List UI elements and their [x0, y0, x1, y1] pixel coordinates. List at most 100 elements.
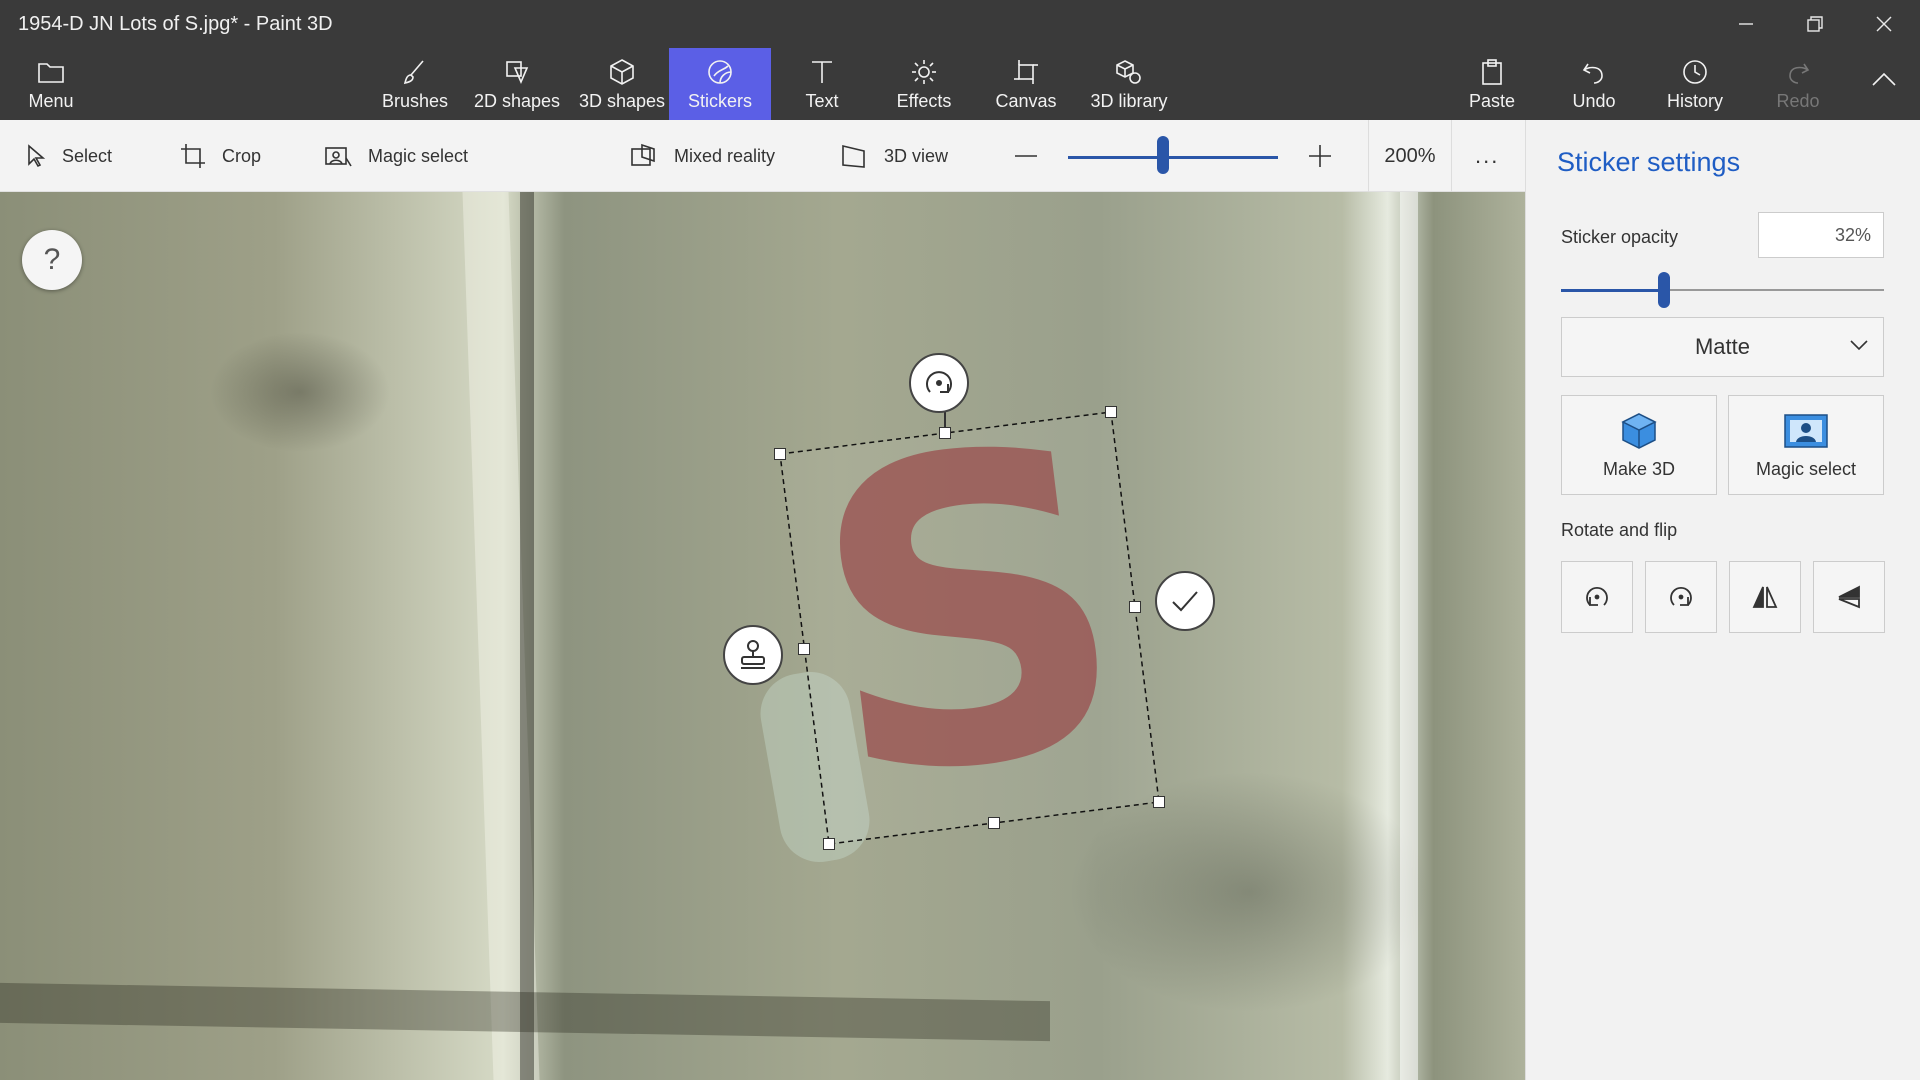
rotate-right-icon — [1670, 586, 1692, 606]
crop-tool[interactable]: Crop — [180, 120, 261, 192]
mixed-reality-label: Mixed reality — [674, 145, 776, 166]
commit-sticker-button[interactable] — [1155, 571, 1215, 631]
magic-select-tool[interactable]: Magic select — [324, 120, 468, 192]
tab-label: Text — [805, 91, 839, 111]
effects-icon — [909, 57, 939, 87]
redo-icon — [1783, 57, 1813, 87]
minimize-button[interactable] — [1718, 0, 1774, 48]
restore-icon — [1807, 16, 1823, 32]
brush-icon — [400, 57, 430, 87]
crop-label: Crop — [222, 145, 262, 166]
history-button[interactable]: History — [1655, 48, 1735, 120]
tab-effects[interactable]: Effects — [883, 48, 965, 120]
close-icon — [1876, 16, 1892, 32]
divider — [1368, 120, 1369, 192]
crop-icon — [181, 144, 205, 168]
3d-view-icon — [842, 144, 865, 168]
opacity-slider-thumb[interactable] — [1658, 272, 1671, 308]
flip-vertical-button[interactable] — [1813, 561, 1885, 633]
tab-stickers[interactable]: Stickers — [669, 48, 771, 120]
title-and-ribbon-bar: 1954-D JN Lots of S.jpg* - Paint 3D Menu… — [0, 0, 1920, 120]
chevron-down-icon — [1850, 340, 1868, 351]
magic-select-icon — [1784, 413, 1828, 448]
mixed-reality-button[interactable]: Mixed reality — [630, 120, 775, 192]
sticker-opacity-label: Sticker opacity — [1561, 227, 1679, 247]
undo-button[interactable]: Undo — [1554, 48, 1634, 120]
paste-label: Paste — [1468, 91, 1516, 111]
3d-view-label: 3D view — [884, 145, 949, 166]
collapse-ribbon-button[interactable] — [1858, 48, 1910, 120]
resize-handle[interactable] — [823, 838, 835, 850]
history-label: History — [1666, 91, 1723, 111]
sticker-opacity-input[interactable]: 32% — [1758, 212, 1884, 258]
magic-select-label: Magic select — [1755, 458, 1857, 479]
opacity-slider-fill — [1561, 289, 1665, 292]
tab-label: Effects — [896, 91, 952, 111]
make-3d-button[interactable]: Make 3D — [1561, 395, 1717, 495]
zoom-slider-track[interactable] — [1068, 156, 1278, 159]
tab-canvas[interactable]: Canvas — [985, 48, 1067, 120]
zoom-level[interactable]: 200% — [1378, 120, 1442, 192]
checkmark-icon — [1172, 591, 1198, 612]
rotate-right-button[interactable] — [1645, 561, 1717, 633]
resize-handle[interactable] — [774, 448, 786, 460]
paste-button[interactable]: Paste — [1452, 48, 1532, 120]
coin-ridge-shadow — [520, 192, 534, 1080]
tool-bar: Select Crop Magic select Mixed reality 3… — [0, 120, 1525, 192]
tab-label: Brushes — [381, 91, 449, 111]
coin-edge-highlight — [1400, 192, 1418, 1080]
finish-dropdown[interactable]: Matte — [1561, 317, 1884, 377]
close-button[interactable] — [1856, 0, 1912, 48]
redo-button[interactable]: Redo — [1758, 48, 1838, 120]
tab-label: Stickers — [687, 91, 752, 111]
opacity-slider-track[interactable] — [1664, 289, 1884, 291]
zoom-out-button[interactable] — [1013, 120, 1039, 192]
rotate-and-flip-label: Rotate and flip — [1561, 520, 1678, 540]
resize-handle[interactable] — [939, 427, 951, 439]
select-tool[interactable]: Select — [26, 120, 112, 192]
tab-brushes[interactable]: Brushes — [374, 48, 456, 120]
zoom-slider-thumb[interactable] — [1156, 136, 1169, 174]
tab-label: 3D library — [1090, 91, 1168, 111]
clipboard-icon — [1477, 57, 1507, 87]
history-icon — [1680, 57, 1710, 87]
tab-3d-library[interactable]: 3D library — [1078, 48, 1180, 120]
menu-button[interactable]: Menu — [10, 48, 92, 120]
menu-label: Menu — [28, 91, 74, 111]
resize-handle[interactable] — [1153, 796, 1165, 808]
minus-icon — [1015, 155, 1037, 157]
tab-2d-shapes[interactable]: 2D shapes — [466, 48, 568, 120]
tab-3d-shapes[interactable]: 3D shapes — [571, 48, 673, 120]
2d-shapes-icon — [502, 57, 532, 87]
divider — [1451, 120, 1452, 192]
rotate-sticker-button[interactable] — [909, 353, 969, 413]
magic-select-button[interactable]: Magic select — [1728, 395, 1884, 495]
text-icon — [807, 57, 837, 87]
3d-view-button[interactable]: 3D view — [840, 120, 948, 192]
flip-vertical-icon — [1838, 585, 1860, 609]
folder-icon — [36, 57, 66, 87]
stamp-sticker-button[interactable] — [723, 625, 783, 685]
restore-button[interactable] — [1787, 0, 1843, 48]
resize-handle[interactable] — [988, 817, 1000, 829]
cursor-icon — [28, 144, 46, 168]
tab-text[interactable]: Text — [781, 48, 863, 120]
zoom-in-button[interactable] — [1307, 120, 1333, 192]
panel-title: Sticker settings — [1557, 147, 1741, 177]
resize-handle[interactable] — [798, 643, 810, 655]
3d-library-icon — [1114, 57, 1144, 87]
flip-horizontal-button[interactable] — [1729, 561, 1801, 633]
mixed-reality-icon — [631, 143, 655, 166]
resize-handle[interactable] — [1129, 601, 1141, 613]
rotate-left-button[interactable] — [1561, 561, 1633, 633]
cube-icon — [1621, 412, 1657, 449]
minimize-icon — [1739, 23, 1753, 25]
undo-label: Undo — [1572, 91, 1616, 111]
tab-label: Canvas — [995, 91, 1057, 111]
resize-handle[interactable] — [1105, 406, 1117, 418]
rotate-left-icon — [1586, 586, 1608, 606]
more-options-button[interactable]: ... — [1475, 120, 1499, 192]
s-sticker[interactable]: S — [774, 353, 1165, 875]
sticker-settings-panel: Sticker settings Sticker opacity 32% Mat… — [1525, 120, 1920, 1080]
help-button[interactable]: ? — [22, 230, 82, 290]
